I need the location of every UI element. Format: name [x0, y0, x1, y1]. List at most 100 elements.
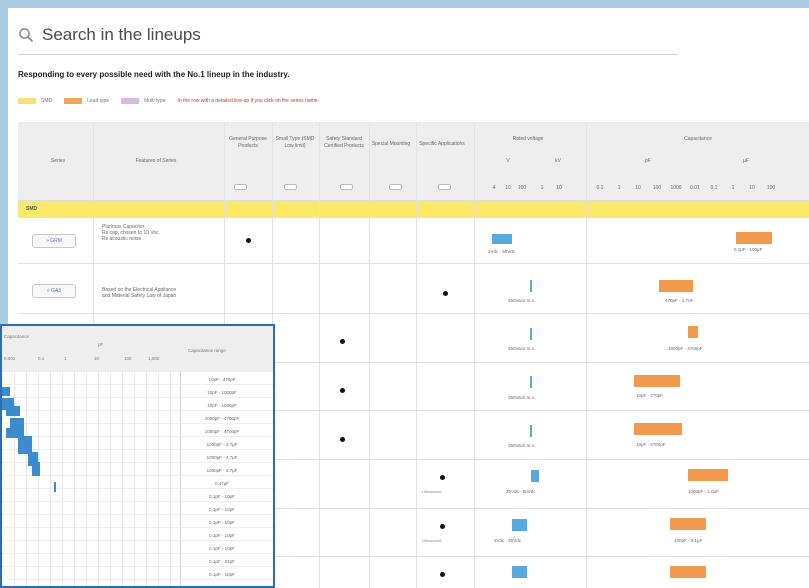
header-uf-unit: µF — [743, 158, 749, 164]
header-pf-unit: pF — [645, 158, 651, 164]
voltage-bar — [512, 566, 527, 578]
inset-range: 0.1pF - 10pF — [209, 494, 235, 499]
voltage-range: 25Vdc - 50Vdc — [506, 489, 536, 494]
capacitance-bar — [634, 423, 682, 435]
inset-range: 0.1pF - 10pF — [209, 520, 235, 525]
inset-row-divider — [2, 384, 273, 385]
legend-label-multi: Multi type — [144, 98, 166, 104]
cap-tick: 1 — [617, 185, 621, 191]
sort-toggle-special[interactable] — [389, 184, 402, 190]
voltage-range: 2Vdc - 50Vdc — [494, 538, 522, 543]
voltage-bar — [492, 234, 512, 244]
capacitance-bar — [688, 326, 698, 338]
voltage-bar — [530, 425, 532, 437]
voltage-tick: 100 — [517, 185, 527, 191]
voltage-bar — [531, 470, 539, 482]
inset-row-divider — [2, 566, 273, 567]
inset-range: 10pF - 470pF — [208, 377, 236, 382]
inset-col-divider — [110, 372, 111, 586]
capacitance-bar — [659, 280, 693, 292]
inset-row-divider — [2, 397, 273, 398]
inset-row-divider — [2, 475, 273, 476]
header-features: Features of Series — [135, 158, 177, 164]
inset-col-divider — [62, 372, 63, 586]
inset-row-divider — [2, 462, 273, 463]
col-divider — [416, 122, 417, 588]
inset-title: Capacitance — [4, 334, 30, 339]
group-label: SMD — [26, 206, 38, 212]
sort-toggle-general[interactable] — [234, 184, 247, 190]
inset-col-divider — [158, 372, 159, 586]
cap-tick: 0.1 — [710, 185, 718, 191]
inset-row-divider — [2, 488, 273, 489]
inset-col-divider — [98, 372, 99, 586]
inset-range-bar — [2, 387, 10, 396]
voltage-bar — [530, 280, 532, 292]
series-link-ga3[interactable]: » GA3 — [32, 284, 76, 298]
safety-standard-dot — [340, 437, 345, 442]
inset-range-header: Capacitance range — [188, 348, 226, 353]
inset-range: 1000pF - 4.7µF — [206, 455, 238, 460]
legend-swatch-lead — [64, 98, 83, 104]
header-capacitance: Capacitance — [684, 136, 712, 142]
inset-range-bar — [32, 462, 40, 476]
inset-row-divider — [2, 579, 273, 580]
safety-standard-dot — [340, 339, 345, 344]
inset-col-divider — [50, 372, 51, 586]
inset-tick: 0.1 — [38, 356, 45, 361]
inset-range: 1000pF - 4.7µF — [206, 442, 238, 447]
row-features: Based on the Electrical Appliance and Ma… — [102, 287, 217, 299]
voltage-tick: 4 — [492, 185, 496, 191]
inset-col-divider — [122, 372, 123, 586]
inset-col-divider — [170, 372, 171, 586]
inset-row-divider — [2, 540, 273, 541]
feature-line: and Material Safety Law of Japan — [102, 293, 177, 299]
feature-line: Rs acoustic noise — [102, 236, 142, 242]
inset-tick: 1 — [64, 356, 67, 361]
capacitance-bar — [736, 232, 772, 244]
sort-toggle-specific[interactable] — [438, 184, 451, 190]
zoom-inset-panel: Capacitance pF 0.001 0.1 1 10 100 1,000 … — [0, 324, 275, 588]
cap-tick: 10 — [749, 185, 755, 191]
capacitance-bar — [670, 566, 706, 578]
safety-standard-dot — [340, 388, 345, 393]
legend-swatch-smd — [18, 98, 36, 104]
cap-tick: 10 — [635, 185, 641, 191]
voltage-tick: 1 — [540, 185, 544, 191]
col-divider — [319, 122, 320, 588]
general-purpose-dot — [246, 238, 251, 243]
specific-application-dot — [443, 291, 448, 296]
inset-row-divider — [2, 423, 273, 424]
inset-range-bar — [54, 482, 56, 492]
group-row-smd: SMD — [18, 201, 809, 218]
specific-application-dot — [440, 572, 445, 577]
inset-range: 0.1pF - 10pF — [209, 533, 235, 538]
capacitance-bar — [670, 518, 706, 530]
legend-label-lead: Lead type — [87, 98, 110, 104]
header-specific: Specific Applications — [419, 141, 465, 147]
header-kv-unit: kV — [555, 158, 561, 164]
inset-tick: 100 — [124, 356, 132, 361]
search-bar[interactable]: Search in the lineups — [18, 16, 678, 55]
inset-range: 0.1pF - 10pF — [209, 507, 235, 512]
inset-range: 0.1pF - 10pF — [209, 546, 235, 551]
header-voltage: Rated voltage — [512, 136, 544, 142]
legend-label-smd: SMD — [41, 98, 53, 104]
inset-range: 1000pF - 4700pF — [204, 416, 240, 421]
legend-swatch-multi — [121, 98, 140, 104]
inset-row-divider — [2, 410, 273, 411]
cap-tick: 1000 — [670, 185, 682, 191]
inset-row-divider — [2, 553, 273, 554]
col-divider — [474, 122, 475, 588]
inset-col-divider — [180, 372, 181, 586]
sort-toggle-safety[interactable] — [340, 184, 353, 190]
voltage-range: 250Vac/r.m.s. — [508, 346, 536, 351]
cap-tick: 100 — [766, 185, 776, 191]
series-link-grm[interactable]: » GRM — [32, 234, 76, 248]
inset-unit: pF — [98, 342, 104, 347]
inset-col-divider — [14, 372, 15, 586]
capacitance-range: 100pF - 0.1µF — [674, 538, 703, 543]
sort-toggle-small[interactable] — [284, 184, 297, 190]
inset-row-divider — [2, 449, 273, 450]
col-divider — [586, 122, 587, 588]
